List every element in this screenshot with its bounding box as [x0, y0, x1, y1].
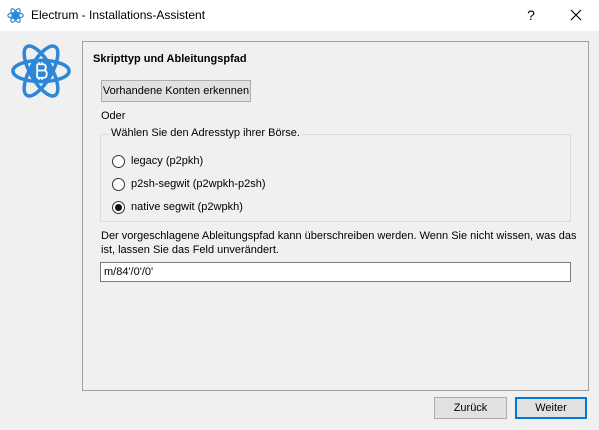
radio-option-p2sh-segwit[interactable]: p2sh-segwit (p2wpkh-p2sh) [112, 176, 266, 192]
back-button[interactable]: Zurück [434, 397, 507, 419]
radio-label: p2sh-segwit (p2wpkh-p2sh) [131, 178, 266, 190]
electrum-logo-icon [11, 44, 71, 98]
radio-option-legacy[interactable]: legacy (p2pkh) [112, 153, 203, 169]
detect-existing-accounts-button[interactable]: Vorhandene Konten erkennen [101, 80, 251, 102]
electrum-app-icon [7, 8, 24, 23]
or-label: Oder [101, 110, 126, 122]
close-button[interactable] [553, 0, 599, 31]
derivation-info-text: Der vorgeschlagene Ableitungspfad kann ü… [101, 230, 577, 256]
radio-option-native-segwit[interactable]: native segwit (p2wpkh) [112, 199, 243, 215]
address-type-group: Wählen Sie den Adresstyp ihrer Börse. le… [100, 127, 571, 222]
radio-button[interactable] [112, 177, 125, 191]
radio-button-selected[interactable] [112, 200, 125, 214]
radio-label: legacy (p2pkh) [131, 155, 204, 167]
radio-label: native segwit (p2wpkh) [131, 201, 243, 213]
group-legend: Wählen Sie den Adresstyp ihrer Börse. [109, 127, 302, 139]
page-title: Skripttyp und Ableitungspfad [93, 53, 247, 65]
next-button[interactable]: Weiter [515, 397, 587, 419]
help-button[interactable]: ? [508, 0, 554, 31]
close-icon [570, 9, 582, 21]
wizard-panel: Skripttyp und Ableitungspfad Vorhandene … [82, 41, 589, 391]
title-bar: Electrum - Installations-Assistent ? [0, 0, 599, 31]
derivation-path-input[interactable] [100, 262, 571, 282]
radio-button[interactable] [112, 154, 125, 168]
window-title: Electrum - Installations-Assistent [31, 8, 206, 22]
